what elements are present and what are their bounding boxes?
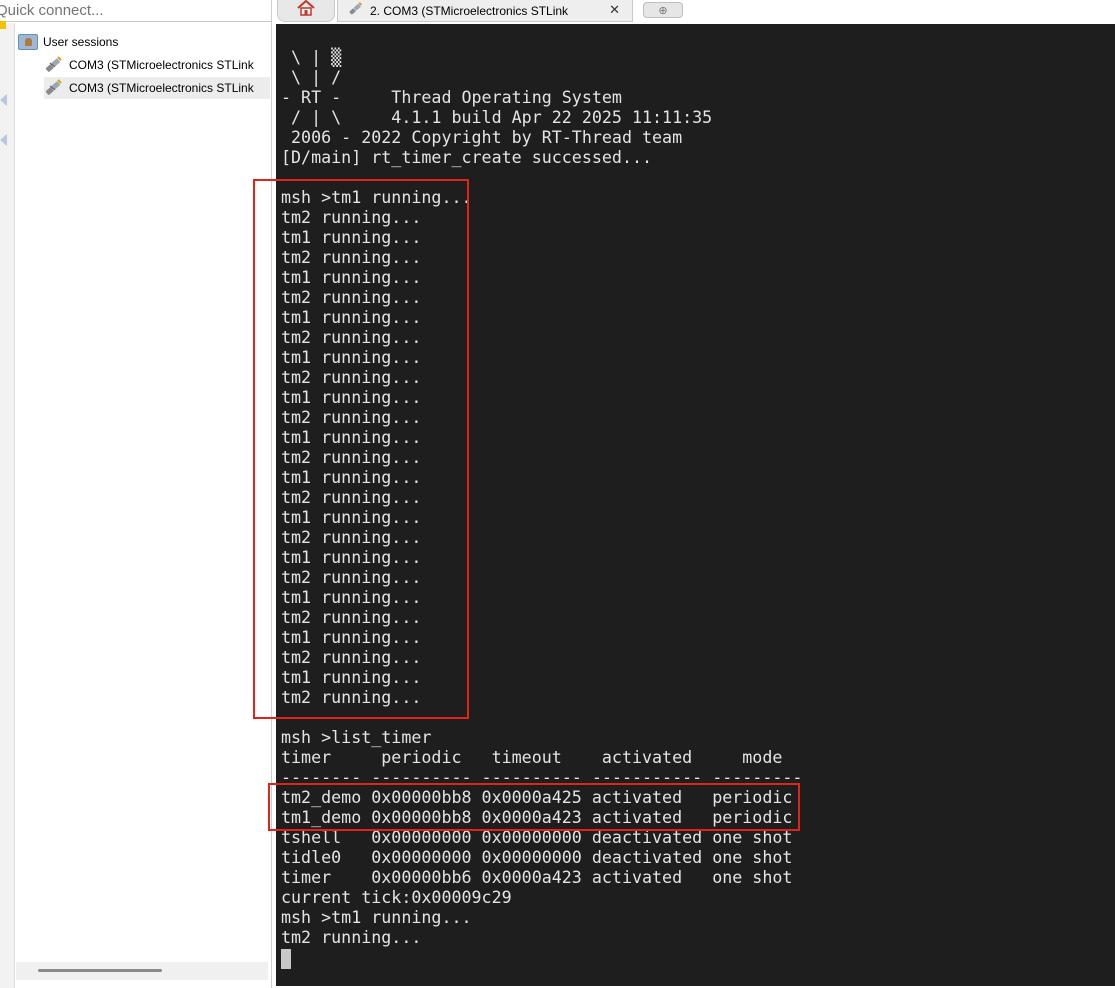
terminal-line: \ | /: [281, 68, 342, 87]
tree-item-user-sessions[interactable]: User sessions: [18, 31, 118, 53]
tree-item-label: COM3 (STMicroelectronics STLink: [69, 58, 254, 72]
terminal-line: / | \ 4.1.1 build Apr 22 2025 11:11:35: [281, 108, 713, 127]
terminal-line: timer 0x00000bb6 0x0000a423 activated on…: [281, 868, 793, 887]
home-icon: [297, 0, 315, 21]
toolbar-arrow-icon[interactable]: [0, 93, 8, 107]
serial-plug-icon: [44, 78, 64, 98]
serial-plug-icon: [44, 55, 64, 75]
tab-com3-session[interactable]: 2. COM3 (STMicroelectronics STLink ✕: [337, 0, 633, 22]
terminal-line: timer periodic timeout activated mode: [281, 748, 783, 767]
tree-item-label: COM3 (STMicroelectronics STLink: [69, 81, 254, 95]
terminal-line: msh >list_timer: [281, 728, 432, 747]
scrollbar-thumb[interactable]: [38, 969, 162, 972]
tree-item-label: User sessions: [43, 35, 119, 49]
highlight-box-timer-output: [253, 179, 469, 719]
tree-item-session-1[interactable]: COM3 (STMicroelectronics STLink: [44, 54, 270, 76]
tree-item-session-2[interactable]: COM3 (STMicroelectronics STLink: [44, 77, 270, 99]
quick-connect-bar: [0, 0, 271, 22]
terminal-line: tm2 running...: [281, 928, 422, 947]
terminal-cursor: [281, 949, 291, 969]
terminal-line: tidle0 0x00000000 0x00000000 deactivated…: [281, 848, 793, 867]
terminal-view[interactable]: \ | ▒ \ | / - RT - Thread Operating Syst…: [253, 24, 1115, 986]
terminal-line: \ | ▒: [281, 48, 342, 67]
user-sessions-icon: [18, 34, 38, 50]
terminal-line: msh >tm1 running...: [281, 908, 472, 927]
highlight-box-demo-timers: [268, 783, 800, 831]
new-tab-icon: ⊕: [658, 4, 668, 17]
sessions-panel: User sessions COM3 (STMicroelectronics S…: [0, 0, 272, 988]
serial-plug-icon: [348, 1, 364, 20]
terminal-line: current tick:0x00009c29: [281, 888, 512, 907]
terminal-line: [D/main] rt_timer_create successed...: [281, 148, 653, 167]
terminal-line: 2006 - 2022 Copyright by RT-Thread team: [281, 128, 683, 147]
new-tab-button[interactable]: ⊕: [643, 2, 683, 18]
tab-label: 2. COM3 (STMicroelectronics STLink: [370, 3, 569, 18]
horizontal-scrollbar[interactable]: [16, 962, 268, 980]
star-icon[interactable]: [0, 21, 6, 29]
tab-bar: 2. COM3 (STMicroelectronics STLink ✕ ⊕: [273, 0, 1115, 24]
toolbar-arrow-icon-2[interactable]: [0, 133, 8, 147]
home-tab[interactable]: [277, 0, 335, 22]
terminal-line: - RT - Thread Operating System: [281, 88, 622, 107]
quick-connect-input[interactable]: [0, 0, 267, 20]
close-icon[interactable]: ✕: [609, 2, 620, 18]
side-toolbar-strip: [0, 21, 15, 988]
